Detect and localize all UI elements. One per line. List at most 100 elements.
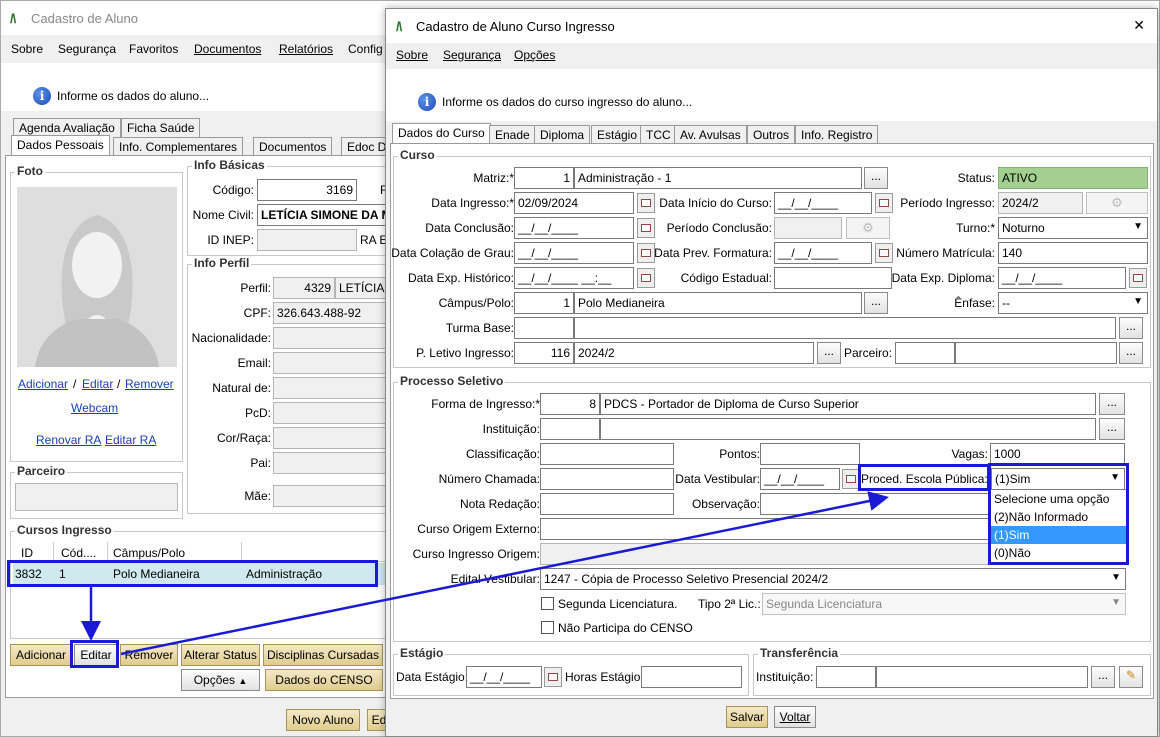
col-campus[interactable]: Câmpus/Polo [113, 546, 185, 560]
webcam-link[interactable]: Webcam [71, 401, 118, 415]
codigo-field[interactable]: 3169 [257, 179, 357, 201]
campus-id-field[interactable]: 1 [514, 292, 574, 314]
turma-id-field[interactable] [514, 317, 574, 339]
transf-instituicao-id-field[interactable] [816, 666, 876, 688]
tab-diploma[interactable]: Diploma [534, 125, 591, 144]
turno-select[interactable]: Noturno ▼ [998, 217, 1148, 239]
letivo-field[interactable]: 2024/2 [574, 342, 814, 364]
forma-id-field[interactable]: 8 [540, 393, 600, 415]
forma-field[interactable]: PDCS - Portador de Diploma de Curso Supe… [600, 393, 1096, 415]
data-estagio-field[interactable]: __/__/____ [466, 666, 542, 688]
matricula-field[interactable]: 140 [998, 242, 1148, 264]
foto-add-link[interactable]: Adicionar [18, 377, 68, 391]
menu-sobre[interactable]: Sobre [396, 48, 428, 62]
segunda-licenciatura-checkbox[interactable] [541, 597, 554, 610]
matriz-id-field[interactable]: 1 [514, 167, 574, 189]
turma-search-button[interactable]: ... [1119, 317, 1143, 339]
turma-name-field[interactable] [574, 317, 1116, 339]
pencil-icon[interactable]: ✎ [1119, 666, 1143, 688]
pai-field[interactable] [273, 452, 395, 474]
cor-field[interactable] [273, 427, 395, 449]
editar-ra-link[interactable]: Editar RA [105, 433, 156, 447]
calendar-icon[interactable] [544, 667, 562, 687]
tab-documentos[interactable]: Documentos [253, 137, 333, 156]
origem-externo-field[interactable] [540, 518, 990, 540]
letivo-search-button[interactable]: ... [817, 342, 841, 364]
menu-favoritos[interactable]: Favoritos [129, 42, 178, 56]
alterar-status-button[interactable]: Alterar Status [181, 644, 260, 666]
parceiro-search-button[interactable]: ... [1119, 342, 1143, 364]
calendar-icon[interactable] [637, 243, 655, 263]
periodo-conclusao-field[interactable] [774, 217, 842, 239]
menu-documentos[interactable]: Documentos [194, 42, 261, 56]
parceiro-field[interactable] [15, 483, 178, 511]
close-icon[interactable]: ✕ [1133, 17, 1145, 34]
opcoes-button[interactable]: Opções ▲ [181, 669, 260, 691]
menu-seguranca[interactable]: Segurança [443, 48, 501, 62]
menu-seguranca[interactable]: Segurança [58, 42, 116, 56]
remover-button[interactable]: Remover [120, 644, 178, 666]
dados-censo-button[interactable]: Dados do CENSO [265, 669, 383, 691]
nao-censo-checkbox[interactable] [541, 621, 554, 634]
campus-search-button[interactable]: ... [864, 292, 888, 314]
tab-enade[interactable]: Enade [489, 125, 536, 144]
ingresso-origem-field[interactable] [540, 543, 990, 565]
cod-estadual-field[interactable] [774, 267, 892, 289]
edital-select[interactable]: 1247 - Cópia de Processo Seletivo Presen… [540, 568, 1126, 590]
gear-icon[interactable]: ⚙ [1086, 192, 1148, 214]
tab-info-registro[interactable]: Info. Registro [795, 125, 879, 144]
gear-icon[interactable]: ⚙ [846, 217, 890, 239]
perfil-id-field[interactable]: 4329 [273, 277, 335, 299]
forma-search-button[interactable]: ... [1099, 393, 1125, 415]
exp-diploma-field[interactable]: __/__/____ [998, 267, 1126, 289]
disciplinas-button[interactable]: Disciplinas Cursadas [263, 644, 383, 666]
matriz-search-button[interactable]: ... [864, 167, 888, 189]
observacao-field[interactable] [760, 493, 990, 515]
classificacao-field[interactable] [540, 443, 674, 465]
natural-field[interactable] [273, 377, 395, 399]
menu-relatorios[interactable]: Relatórios [279, 42, 333, 56]
calendar-icon[interactable] [637, 268, 655, 288]
col-id[interactable]: ID [21, 546, 33, 560]
nome-field[interactable]: LETÍCIA SIMONE DA MO [257, 204, 397, 226]
transf-search-button[interactable]: ... [1091, 666, 1115, 688]
vagas-field[interactable]: 1000 [990, 443, 1125, 465]
tab-dados-pessoais[interactable]: Dados Pessoais [11, 135, 110, 156]
prev-formatura-field[interactable]: __/__/____ [774, 242, 872, 264]
email-field[interactable] [273, 352, 395, 374]
tab-info-complementares[interactable]: Info. Complementares [113, 137, 244, 156]
mae-field[interactable] [273, 485, 395, 507]
instituicao-field[interactable] [600, 418, 1096, 440]
col-cod[interactable]: Cód.... [61, 546, 96, 560]
voltar-button[interactable]: Voltar [774, 706, 816, 728]
transf-instituicao-field[interactable] [876, 666, 1088, 688]
data-inicio-field[interactable]: __/__/____ [774, 192, 872, 214]
foto-edit-link[interactable]: Editar [82, 377, 113, 391]
tab-av-avulsas[interactable]: Av. Avulsas [674, 125, 747, 144]
menu-sobre[interactable]: Sobre [11, 42, 43, 56]
inep-field[interactable] [257, 229, 357, 251]
salvar-button[interactable]: Salvar [726, 706, 768, 728]
tab-estagio[interactable]: Estágio [591, 125, 644, 144]
calendar-icon[interactable] [637, 218, 655, 238]
tab-outros[interactable]: Outros [747, 125, 796, 144]
novo-aluno-button[interactable]: Novo Aluno [286, 709, 360, 731]
tab-ficha-saude[interactable]: Ficha Saúde [121, 118, 201, 137]
instituicao-search-button[interactable]: ... [1099, 418, 1125, 440]
parceiro-id-field[interactable] [895, 342, 955, 364]
foto-remove-link[interactable]: Remover [125, 377, 174, 391]
campus-name-field[interactable]: Polo Medianeira [574, 292, 862, 314]
colacao-field[interactable]: __/__/____ [514, 242, 634, 264]
pontos-field[interactable] [760, 443, 860, 465]
matriz-name-field[interactable]: Administração - 1 [574, 167, 862, 189]
horas-estagio-field[interactable] [641, 666, 742, 688]
menu-opcoes[interactable]: Opções [514, 48, 555, 62]
pcd-field[interactable] [273, 402, 395, 424]
calendar-icon[interactable] [1129, 268, 1147, 288]
periodo-ingresso-field[interactable]: 2024/2 [998, 192, 1083, 214]
nacionalidade-field[interactable] [273, 327, 395, 349]
redacao-field[interactable] [540, 493, 674, 515]
vestibular-field[interactable]: __/__/____ [760, 468, 840, 490]
renovar-ra-link[interactable]: Renovar RA [36, 433, 101, 447]
letivo-id-field[interactable]: 116 [514, 342, 574, 364]
